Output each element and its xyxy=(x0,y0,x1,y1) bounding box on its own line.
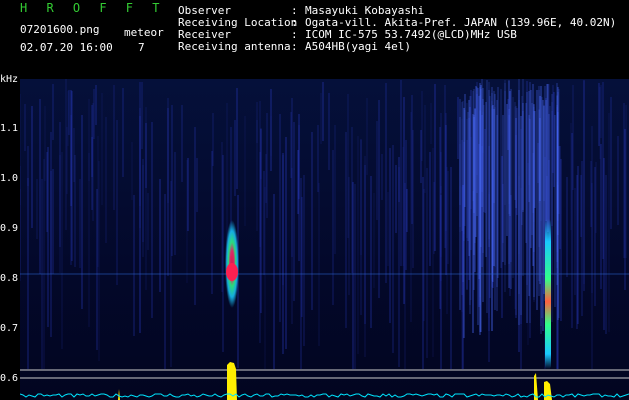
antenna-colon: : xyxy=(291,40,298,53)
meteor-count: 7 xyxy=(138,41,145,54)
app-brand: H R O F F T xyxy=(20,1,166,15)
y-tick-label: 1.0 xyxy=(0,173,19,184)
antenna-value: A504HB(yagi 4el) xyxy=(305,40,411,53)
y-tick-label: 0.8 xyxy=(0,273,19,284)
meteor-echo xyxy=(545,219,551,369)
y-axis-unit: kHz xyxy=(0,74,19,85)
y-tick-label: 0.6 xyxy=(0,373,19,384)
y-tick-label: 0.9 xyxy=(0,223,19,234)
file-name: 07201600.png xyxy=(20,23,100,36)
meteor-echo-core xyxy=(226,263,238,281)
y-tick-label: 1.1 xyxy=(0,123,19,134)
y-tick-label: 0.7 xyxy=(0,323,19,334)
level-bar xyxy=(118,389,120,400)
date-time: 02.07.20 16:00 xyxy=(20,41,113,54)
spectrogram-canvas xyxy=(20,79,629,400)
noise-streaks xyxy=(20,79,627,369)
header: H R O F F T 07201600.png 02.07.20 16:00 … xyxy=(0,0,629,78)
antenna-label: Receiving antenna xyxy=(178,40,291,53)
meteor-label: meteor xyxy=(124,26,164,39)
spectrogram xyxy=(20,79,629,400)
